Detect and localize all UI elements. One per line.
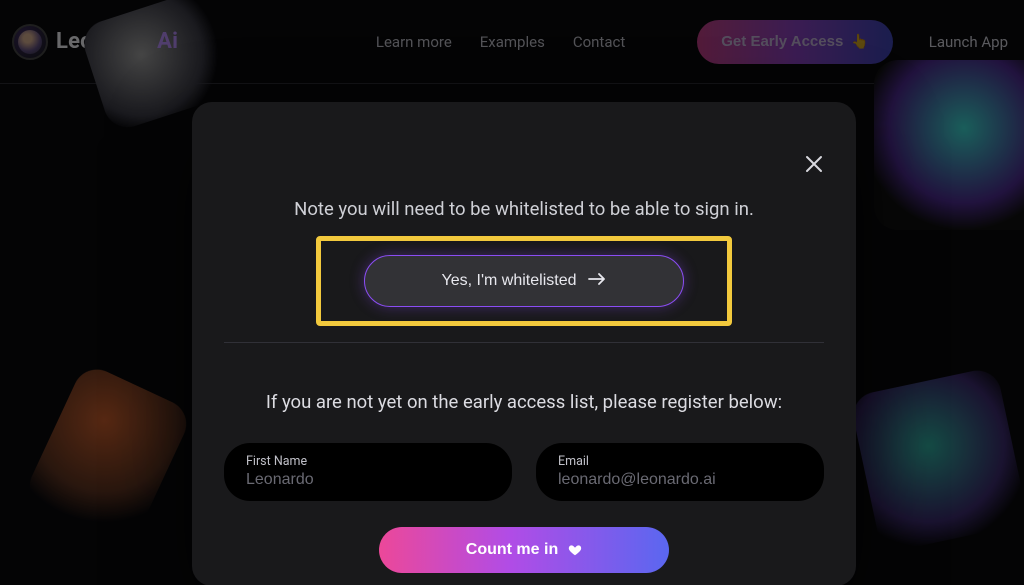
logo[interactable]: Leonardo.Ai bbox=[12, 24, 178, 60]
arrow-right-icon bbox=[588, 272, 606, 290]
site-header: Leonardo.Ai Learn more Examples Contact … bbox=[0, 0, 1024, 84]
early-access-modal: Note you will need to be whitelisted to … bbox=[192, 102, 856, 585]
email-label: Email bbox=[558, 455, 802, 469]
first-name-field-wrap[interactable]: First Name bbox=[224, 443, 512, 501]
logo-text: Leonardo.Ai bbox=[56, 29, 178, 54]
whitelisted-highlight: Yes, I'm whitelisted bbox=[316, 236, 732, 326]
hero-asset-4 bbox=[849, 366, 1024, 554]
whitelisted-button-label: Yes, I'm whitelisted bbox=[442, 272, 577, 290]
close-button[interactable] bbox=[800, 150, 828, 178]
count-me-in-button[interactable]: Count me in bbox=[379, 527, 669, 573]
whitelisted-button[interactable]: Yes, I'm whitelisted bbox=[364, 255, 684, 307]
get-early-access-button[interactable]: Get Early Access 👆 bbox=[697, 20, 892, 64]
register-form: First Name Email bbox=[224, 443, 824, 501]
hero-asset-2 bbox=[874, 60, 1024, 230]
hero-asset-3 bbox=[22, 362, 194, 549]
primary-nav: Learn more Examples Contact bbox=[376, 33, 625, 51]
logo-icon bbox=[12, 24, 48, 60]
count-me-in-label: Count me in bbox=[466, 541, 558, 559]
heart-icon bbox=[568, 543, 582, 557]
close-icon bbox=[804, 154, 824, 174]
email-input[interactable] bbox=[558, 469, 802, 491]
divider bbox=[224, 342, 824, 343]
nav-contact[interactable]: Contact bbox=[573, 33, 625, 51]
email-field-wrap[interactable]: Email bbox=[536, 443, 824, 501]
nav-learn-more[interactable]: Learn more bbox=[376, 33, 452, 51]
pointer-icon: 👆 bbox=[851, 33, 868, 50]
launch-app-link[interactable]: Launch App bbox=[929, 33, 1008, 51]
whitelist-notice: Note you will need to be whitelisted to … bbox=[224, 198, 824, 220]
first-name-input[interactable] bbox=[246, 469, 490, 491]
nav-examples[interactable]: Examples bbox=[480, 33, 545, 51]
first-name-label: First Name bbox=[246, 455, 490, 469]
get-early-access-label: Get Early Access bbox=[721, 33, 843, 50]
register-message: If you are not yet on the early access l… bbox=[224, 391, 824, 413]
